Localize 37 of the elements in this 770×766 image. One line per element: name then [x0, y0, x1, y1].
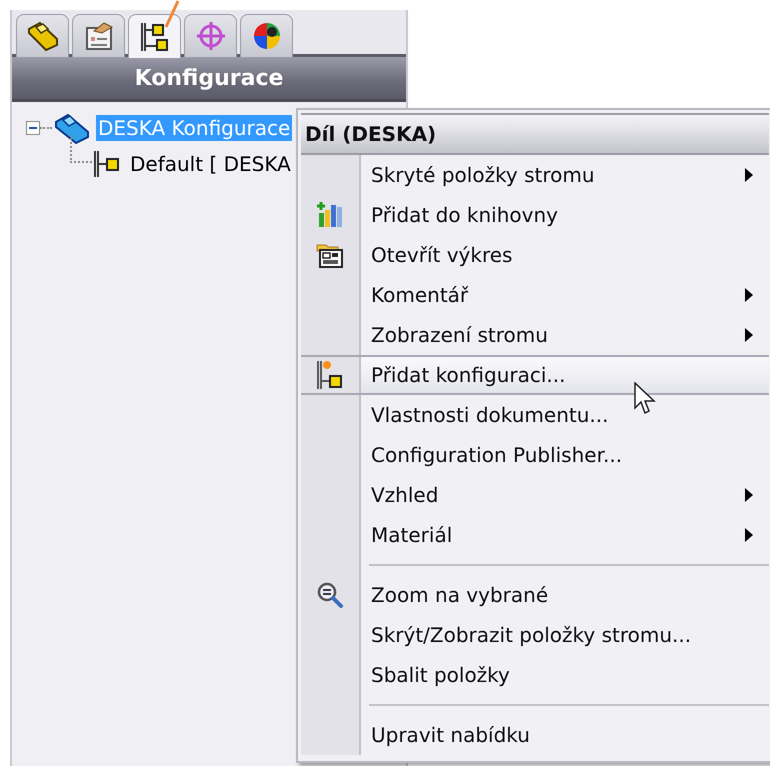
configuration-icon [315, 359, 345, 391]
annotation-line [164, 0, 180, 28]
panel-tab[interactable] [72, 14, 125, 57]
panel-tab[interactable] [240, 14, 293, 57]
part-icon [26, 19, 60, 53]
menu-item[interactable]: Přidat do knihovny [301, 195, 769, 235]
submenu-arrow-icon [745, 288, 753, 302]
menu-item[interactable]: Vzhled [301, 475, 769, 515]
collapse-toggle[interactable] [26, 121, 40, 135]
menu-item[interactable]: Configuration Publisher... [301, 435, 769, 475]
tree-connector-line [40, 127, 52, 129]
menu-item[interactable]: Sbalit položky [301, 655, 769, 695]
part-icon [54, 112, 90, 144]
menu-item[interactable]: Skryté položky stromu [301, 155, 769, 195]
panel-tab[interactable] [128, 14, 181, 58]
menu-item[interactable]: Komentář [301, 275, 769, 315]
panel-title: Konfigurace [12, 57, 406, 102]
menu-item[interactable]: Zoom na vybrané [301, 575, 769, 615]
menu-title: Díl (DESKA) [301, 113, 769, 155]
menu-item[interactable]: Přidat konfiguraci... [301, 355, 769, 395]
zoom-icon [316, 581, 344, 609]
tree-item[interactable]: Default [ DESKA [128, 151, 293, 177]
menu-item[interactable]: Skrýt/Zobrazit položky stromu... [301, 615, 769, 655]
submenu-arrow-icon [745, 488, 753, 502]
menu-item[interactable]: Upravit nabídku [301, 715, 769, 755]
books-icon [316, 201, 344, 229]
submenu-arrow-icon [745, 328, 753, 342]
menu-item[interactable]: Otevřít výkres [301, 235, 769, 275]
panel-tab[interactable] [16, 14, 69, 57]
tree-connector-line [70, 135, 92, 163]
menu-item[interactable]: Vlastnosti dokumentu... [301, 395, 769, 435]
mouse-cursor-icon [634, 382, 656, 416]
menu-item[interactable]: Zobrazení stromu [301, 315, 769, 355]
menu-item[interactable]: Materiál [301, 515, 769, 555]
submenu-arrow-icon [745, 528, 753, 542]
configuration-icon [92, 149, 122, 179]
submenu-arrow-icon [745, 168, 753, 182]
